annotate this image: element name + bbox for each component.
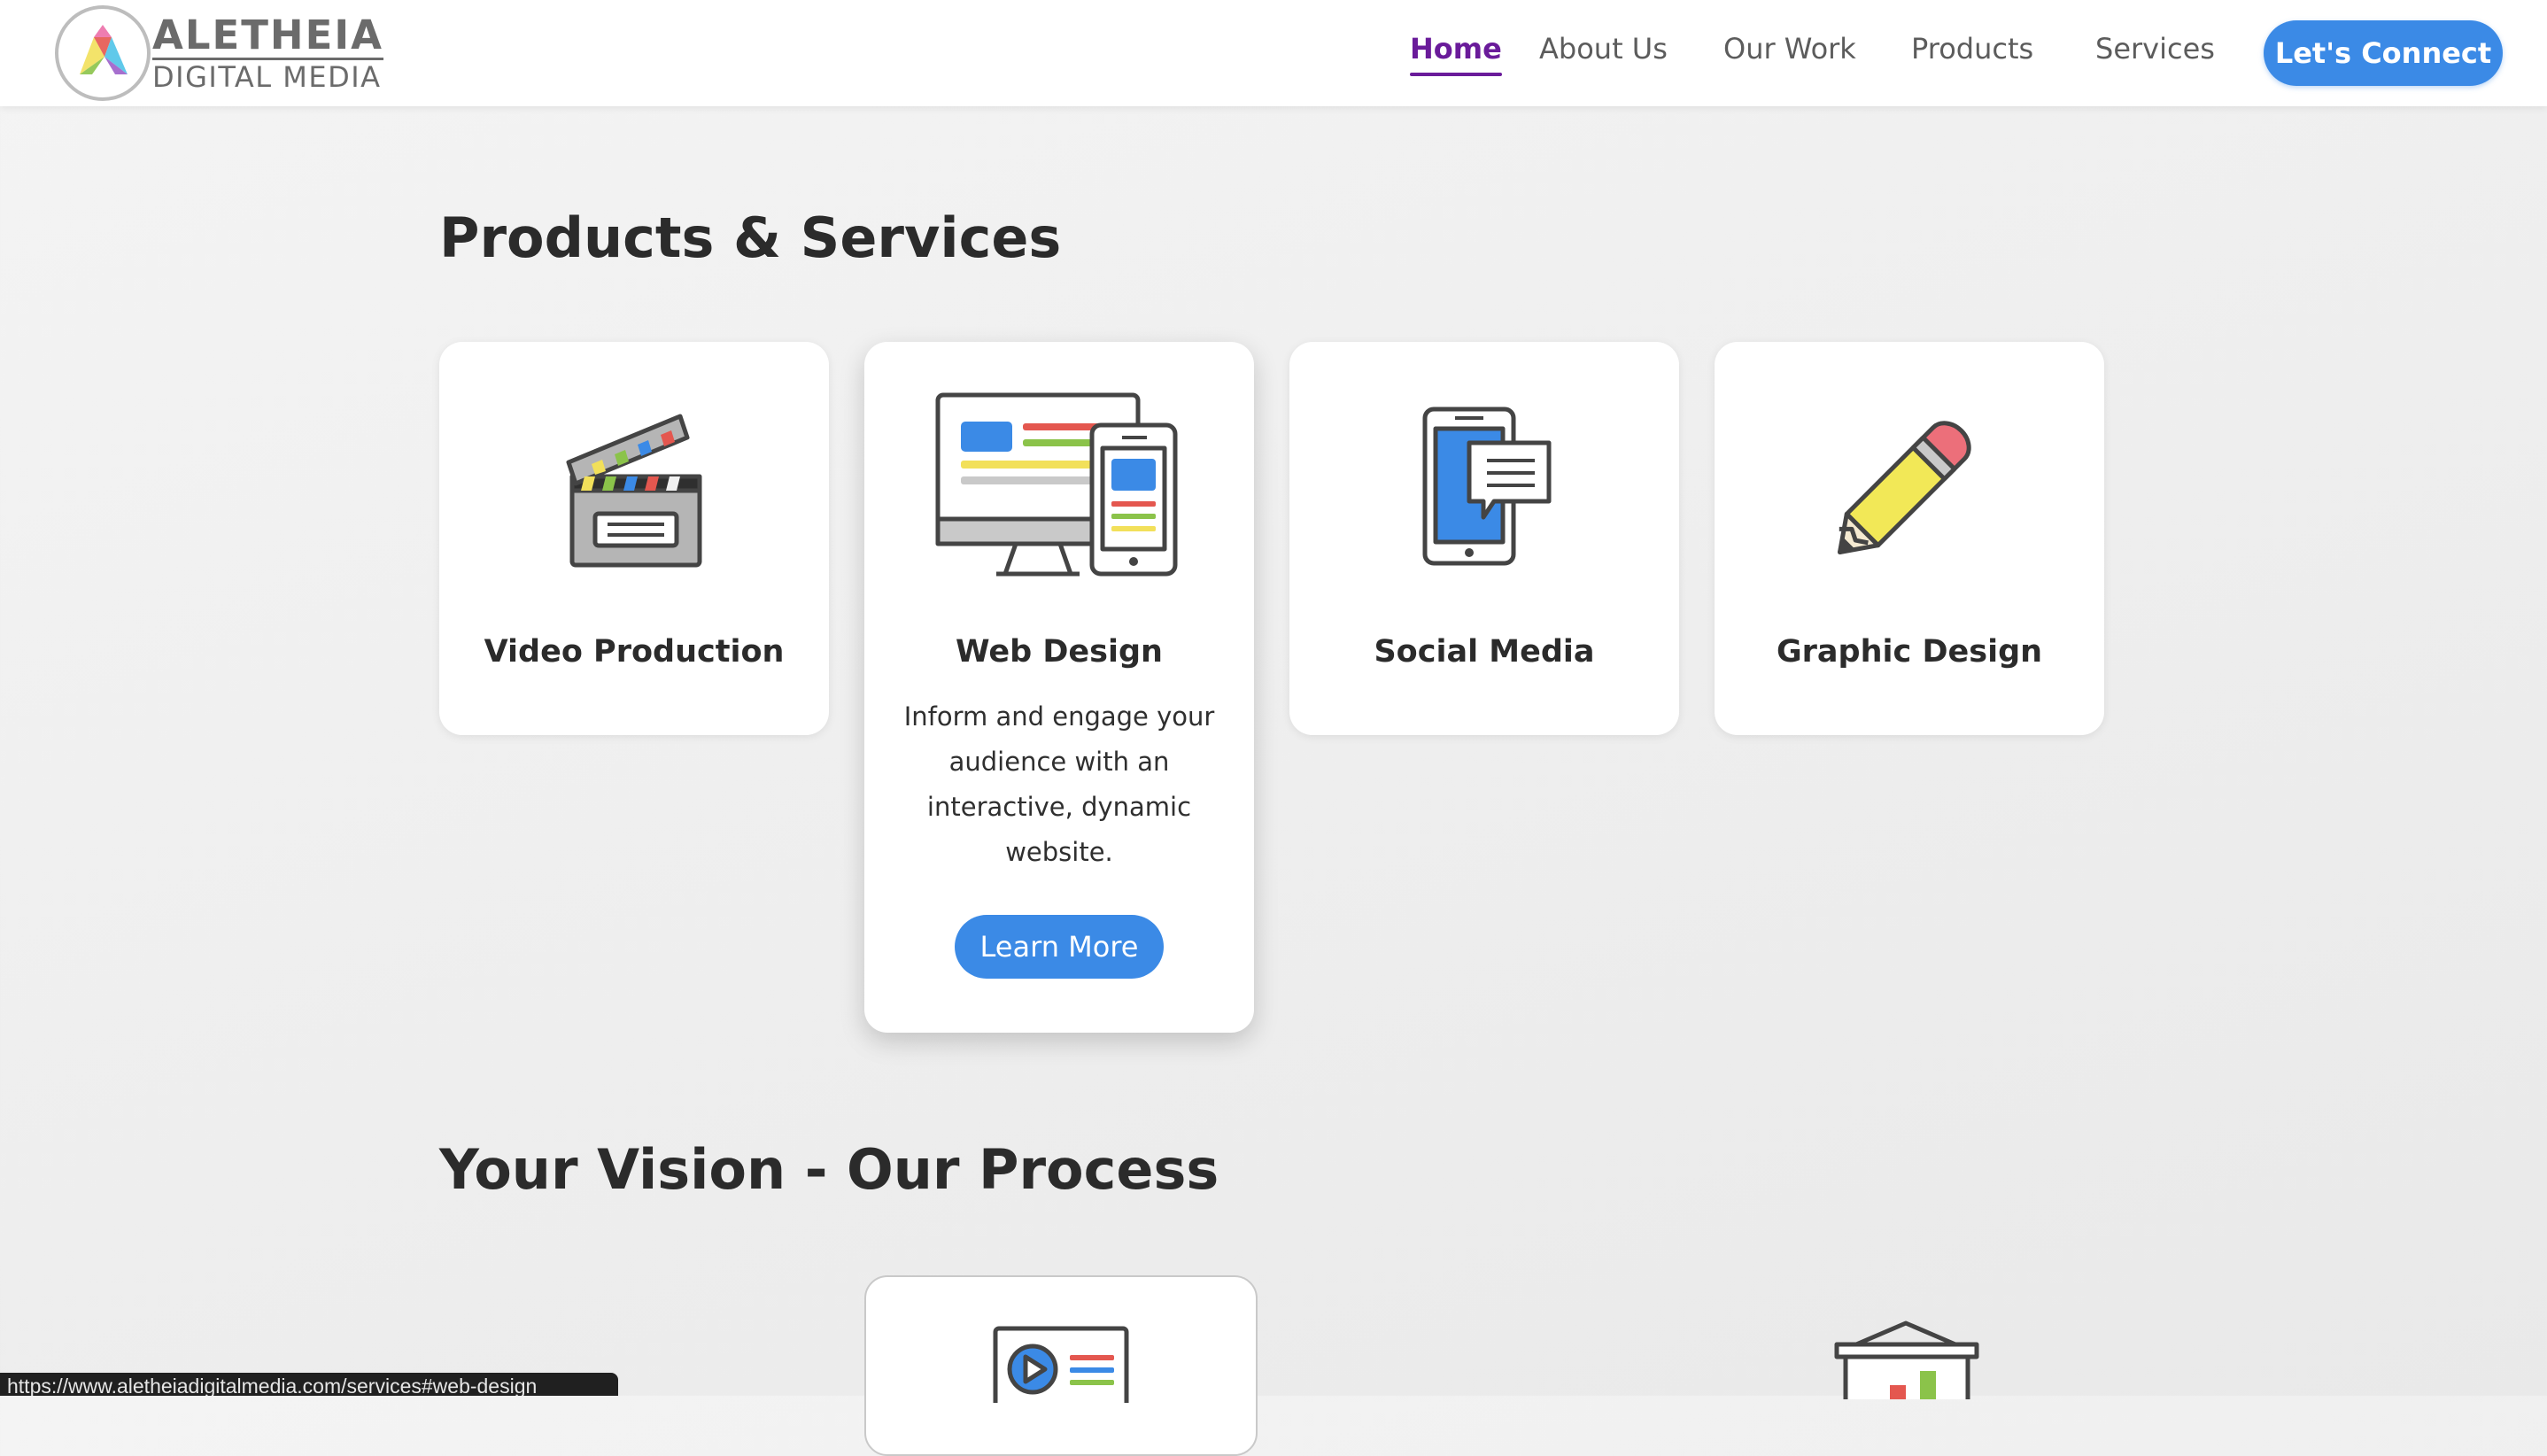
- video-presentation-icon: [993, 1326, 1129, 1403]
- card-video-production[interactable]: Video Production: [439, 342, 829, 735]
- learn-more-button[interactable]: Learn More: [955, 915, 1164, 979]
- nav-our-work-label: Our Work: [1723, 32, 1856, 66]
- lets-connect-button[interactable]: Let's Connect: [2264, 20, 2503, 86]
- status-url: https://www.aletheiadigitalmedia.com/ser…: [7, 1375, 538, 1396]
- card-graphic-design[interactable]: Graphic Design: [1715, 342, 2104, 735]
- devices-icon: [935, 392, 1178, 577]
- nav-about-us-label: About Us: [1539, 32, 1668, 66]
- card-description: Inform and engage your audience with an …: [903, 701, 1215, 867]
- logo-emblem-icon: [55, 5, 151, 101]
- nav-services-label: Services: [2095, 32, 2215, 66]
- nav-products-label: Products: [1911, 32, 2034, 66]
- brand-subtitle: DIGITAL MEDIA: [152, 60, 382, 94]
- pencil-icon: [1838, 421, 1971, 554]
- process-card-vision[interactable]: [864, 1275, 1258, 1456]
- nav-our-work[interactable]: Our Work: [1723, 32, 1856, 66]
- card-social-media[interactable]: Social Media: [1289, 342, 1679, 735]
- brand-wordmark: ALETHEIA DIGITAL MEDIA: [152, 14, 383, 93]
- card-title: Video Production: [484, 634, 785, 670]
- nav-about-us[interactable]: About Us: [1539, 32, 1668, 66]
- card-title: Graphic Design: [1776, 634, 2043, 670]
- active-nav-underline: [1410, 73, 1502, 76]
- card-web-design[interactable]: Web Design Inform and engage your audien…: [864, 342, 1254, 1033]
- brand-logo[interactable]: ALETHEIA DIGITAL MEDIA: [53, 4, 390, 103]
- nav-home[interactable]: Home: [1410, 32, 1502, 76]
- nav-products[interactable]: Products: [1911, 32, 2033, 66]
- card-title: Social Media: [1374, 634, 1595, 670]
- presentation-board-icon: [1834, 1320, 1979, 1399]
- card-title: Web Design: [956, 634, 1163, 670]
- phone-chat-icon: [1422, 407, 1552, 566]
- brand-title: ALETHEIA: [152, 12, 383, 60]
- products-services-heading: Products & Services: [439, 205, 1062, 270]
- site-header: ALETHEIA DIGITAL MEDIA Home About Us Our…: [0, 0, 2547, 106]
- nav-services[interactable]: Services: [2095, 32, 2215, 66]
- browser-status-bar: https://www.aletheiadigitalmedia.com/ser…: [0, 1373, 618, 1396]
- clapperboard-icon: [566, 414, 702, 568]
- process-heading: Your Vision - Our Process: [439, 1137, 1219, 1202]
- nav-home-label: Home: [1410, 32, 1502, 66]
